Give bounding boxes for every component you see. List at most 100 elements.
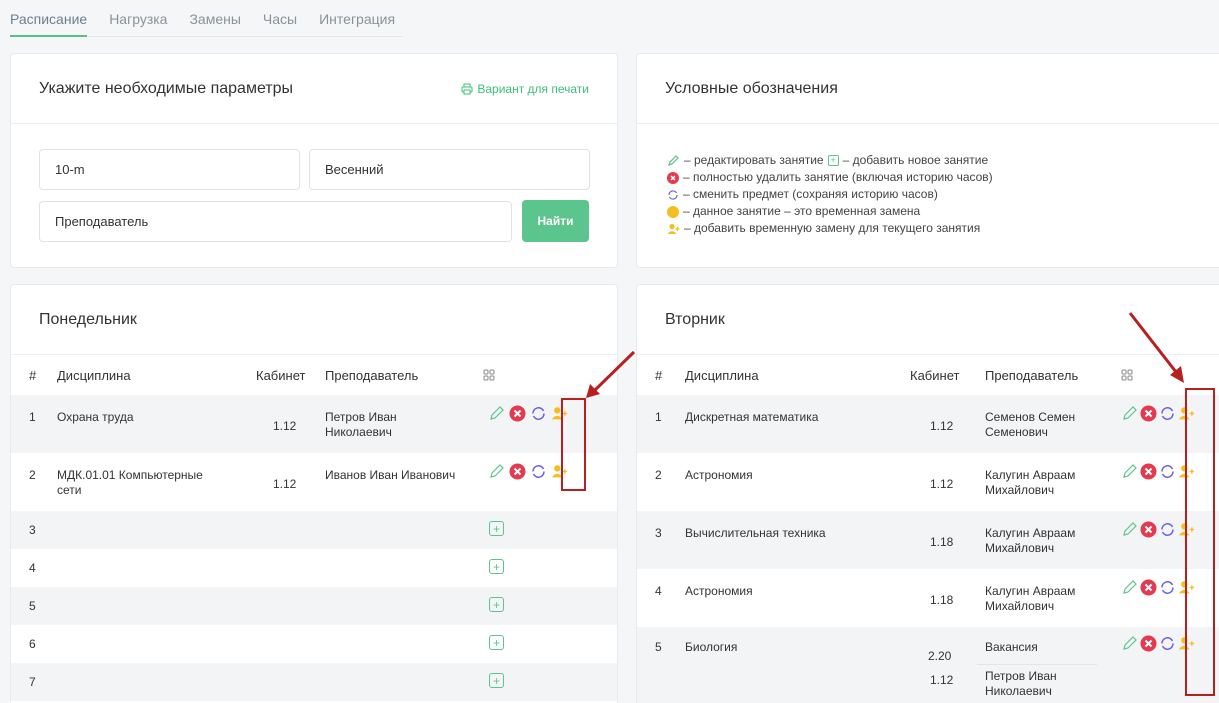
table-row: 3 + (11, 511, 617, 549)
row-room: 1.18 (930, 535, 954, 549)
row-num: 3 (655, 526, 662, 540)
tuesday-header: Вторник (637, 285, 1219, 355)
plus-box-icon[interactable]: + (489, 635, 504, 650)
tab-hours[interactable]: Часы (263, 3, 297, 35)
col-teacher: Преподаватель (985, 367, 1079, 383)
pencil-icon[interactable] (1121, 405, 1138, 422)
table-row: 2 МДК.01.01 Компьютерные сети 1.12 Ивано… (11, 453, 617, 511)
tab-replacements[interactable]: Замены (189, 3, 240, 35)
tab-load[interactable]: Нагрузка (109, 3, 167, 35)
row-num: 2 (655, 468, 662, 482)
table-row: 2 Астрономия 1.12 Калугин Авраам Михайло… (637, 453, 1219, 511)
col-num: # (655, 367, 663, 383)
group-value: 10-m (55, 162, 85, 177)
table-row: 6 + (11, 625, 617, 663)
grid-icon[interactable] (483, 369, 495, 381)
row-discipline: Вычислительная техника (685, 526, 826, 540)
row-teacher: Вакансия (985, 640, 1038, 654)
row-teacher: Иванов Иван Иванович (325, 468, 456, 482)
semester-field[interactable]: Весенний (309, 149, 590, 190)
swap-icon[interactable] (1159, 405, 1176, 422)
table-row: 5 Биология 2.20 Вакансия 1.12 Петров Ива… (637, 627, 1219, 703)
legend-add-text: – добавить новое занятие (842, 153, 989, 167)
grid-icon[interactable] (1121, 369, 1133, 381)
row-room: 1.12 (273, 419, 297, 433)
delete-x-icon[interactable] (509, 405, 526, 422)
row-num: 4 (655, 584, 662, 598)
table-row: 4 + (11, 549, 617, 587)
legend-temp-text: – данное занятие – это временная замена (683, 204, 921, 218)
pencil-icon[interactable] (488, 405, 505, 422)
delete-x-icon[interactable] (1140, 405, 1157, 422)
col-discipline: Дисциплина (57, 367, 131, 383)
row-num: 5 (29, 599, 36, 613)
swap-icon[interactable] (1159, 521, 1176, 538)
delete-x-icon[interactable] (1140, 521, 1157, 538)
legend-add-temp-text: – добавить временную замену для текущего… (684, 221, 981, 235)
table-row: 1 Дискретная математика 1.12 Семенов Сем… (637, 395, 1219, 453)
delete-x-icon[interactable] (1140, 463, 1157, 480)
params-title: Укажите необходимые параметры (39, 79, 294, 97)
swap-icon[interactable] (1159, 463, 1176, 480)
group-field[interactable]: 10-m (39, 149, 300, 190)
tab-schedule[interactable]: Расписание (10, 3, 87, 35)
pencil-icon (668, 155, 679, 166)
swap-icon[interactable] (1159, 635, 1176, 652)
tuesday-card: Вторник # Дисциплина Кабинет Преподавате… (636, 284, 1219, 703)
legend-list: – редактировать занятие + – добавить нов… (667, 152, 993, 237)
col-room: Кабинет (910, 367, 960, 383)
row-actions (1121, 579, 1195, 596)
tuesday-title: Вторник (665, 310, 725, 328)
row-actions (1121, 521, 1195, 538)
print-link[interactable]: Вариант для печати (461, 82, 589, 96)
legend-title: Условные обозначения (665, 79, 838, 97)
col-room: Кабинет (256, 367, 306, 383)
find-button[interactable]: Найти (522, 200, 589, 242)
pencil-icon[interactable] (1121, 579, 1138, 596)
row-num: 1 (655, 410, 662, 424)
pencil-icon[interactable] (1121, 463, 1138, 480)
plus-box-icon[interactable]: + (489, 673, 504, 688)
swap-icon[interactable] (1159, 579, 1176, 596)
pencil-icon[interactable] (1121, 635, 1138, 652)
row-actions (1121, 635, 1195, 652)
pencil-icon[interactable] (488, 463, 505, 480)
pencil-icon[interactable] (1121, 521, 1138, 538)
delete-x-icon[interactable] (1140, 635, 1157, 652)
monday-title: Понедельник (39, 310, 137, 328)
row-discipline: МДК.01.01 Компьютерные сети (57, 468, 203, 497)
col-teacher: Преподаватель (325, 367, 419, 383)
tab-integration[interactable]: Интеграция (319, 3, 395, 35)
col-discipline: Дисциплина (685, 367, 759, 383)
yellow-dot-icon (667, 205, 679, 218)
active-tab-indicator (10, 35, 87, 37)
legend-header: Условные обозначения (637, 54, 1219, 124)
teacher-field[interactable]: Преподаватель (39, 201, 512, 242)
swap-icon[interactable] (530, 463, 547, 480)
plus-box-icon[interactable]: + (489, 559, 504, 574)
table-row: 7 + (11, 663, 617, 701)
params-card: Укажите необходимые параметры Вариант дл… (10, 53, 618, 268)
plus-box-icon[interactable]: + (489, 597, 504, 612)
swap-icon[interactable] (530, 405, 547, 422)
plus-box-icon[interactable]: + (489, 521, 504, 536)
row-teacher: Семенов Семен Семенович (985, 410, 1076, 439)
row-room: 1.12 (930, 419, 954, 433)
highlight-box-tuesday (1185, 388, 1215, 696)
row-num: 1 (29, 410, 36, 424)
row-actions (488, 405, 568, 422)
row-actions (488, 463, 568, 480)
add-person-icon (667, 223, 680, 234)
legend-delete-text: – полностью удалить занятие (включая ист… (683, 170, 993, 184)
legend-edit-text: – редактировать занятие (684, 153, 824, 167)
table-row: 1 Охрана труда 1.12 Петров Иван Николаев… (11, 395, 617, 453)
col-num: # (29, 367, 37, 383)
row-discipline: Астрономия (685, 584, 753, 598)
highlight-box-monday (561, 398, 586, 491)
row-num: 5 (655, 640, 662, 654)
params-header: Укажите необходимые параметры Вариант дл… (11, 54, 617, 124)
row-num: 6 (29, 637, 36, 651)
delete-x-icon[interactable] (509, 463, 526, 480)
legend-card: Условные обозначения – редактировать зан… (636, 53, 1219, 268)
delete-x-icon[interactable] (1140, 579, 1157, 596)
